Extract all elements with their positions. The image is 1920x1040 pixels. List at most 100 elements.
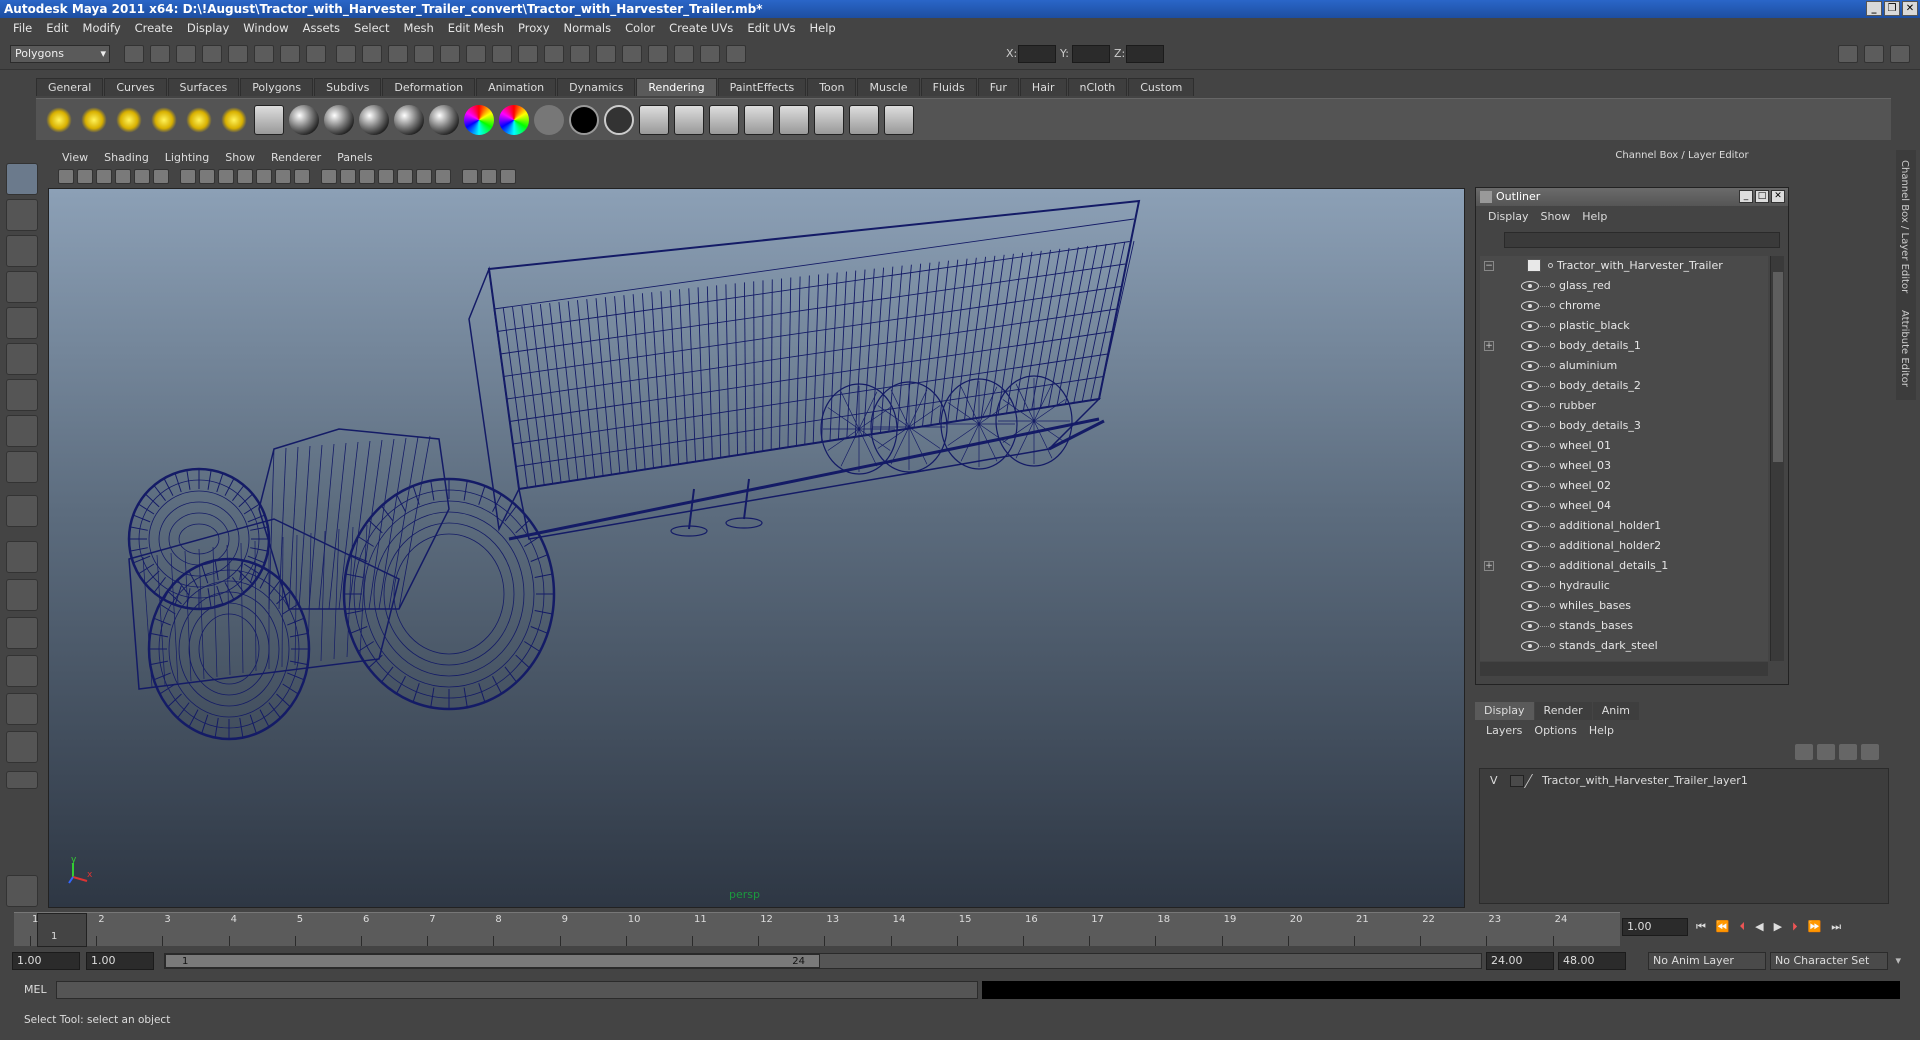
outliner-item[interactable]: rubber [1480, 396, 1768, 416]
anisotropic-sphere-icon[interactable] [429, 104, 459, 135]
output-ops-icon[interactable] [492, 45, 512, 63]
four-view-layout-icon[interactable] [6, 579, 38, 611]
show-hide-mask-icon[interactable] [674, 45, 694, 63]
close-button[interactable]: ✕ [1902, 1, 1918, 16]
menu-modify[interactable]: Modify [76, 21, 128, 35]
select-camera-icon[interactable] [58, 168, 74, 184]
directional-light-icon[interactable] [79, 104, 109, 135]
restore-button[interactable]: ❐ [1884, 1, 1900, 16]
layer-tab-render[interactable]: Render [1534, 702, 1592, 720]
xray-components-icon[interactable] [500, 168, 516, 184]
2d-pan-zoom-icon[interactable] [134, 168, 150, 184]
layer-tab-display[interactable]: Display [1475, 702, 1534, 720]
hotbox-icon[interactable] [6, 875, 38, 907]
outliner-horizontal-scrollbar[interactable] [1480, 662, 1768, 676]
outliner-item[interactable]: body_details_3 [1480, 416, 1768, 436]
snap-grid-icon[interactable] [336, 45, 356, 63]
layer-tab-anim[interactable]: Anim [1592, 702, 1639, 720]
universal-manipulator-icon[interactable] [6, 379, 38, 411]
menu-assets[interactable]: Assets [296, 21, 347, 35]
menu-window[interactable]: Window [236, 21, 295, 35]
surface-sphere-icon[interactable] [534, 104, 564, 135]
move-tool-icon[interactable] [6, 271, 38, 303]
shelf-tab-fluids[interactable]: Fluids [920, 78, 977, 96]
highlight-selection-icon[interactable] [306, 45, 326, 63]
viewport-menu-shading[interactable]: Shading [96, 151, 157, 164]
viewport-menu-show[interactable]: Show [217, 151, 263, 164]
image-plane-icon[interactable] [115, 168, 131, 184]
phong-sphere-icon[interactable] [359, 104, 389, 135]
show-manipulator-icon[interactable] [6, 451, 38, 483]
outliner-item[interactable]: additional_holder1 [1480, 516, 1768, 536]
persp-hypershade-layout-icon[interactable] [6, 693, 38, 725]
viewport-menu-panels[interactable]: Panels [329, 151, 380, 164]
spot-light-icon[interactable] [149, 104, 179, 135]
resolution-gate-icon[interactable] [218, 168, 234, 184]
outliner-scroll-thumb[interactable] [1773, 272, 1783, 462]
outliner-menu-help[interactable]: Help [1576, 210, 1613, 223]
construction-history-icon[interactable] [518, 45, 538, 63]
shelf-tab-animation[interactable]: Animation [476, 78, 557, 96]
grid-icon[interactable] [180, 168, 196, 184]
paint-select-tool-icon[interactable] [6, 235, 38, 267]
range-slider-handle[interactable]: 1 24 [165, 954, 820, 968]
outliner-menu-display[interactable]: Display [1482, 210, 1535, 223]
ramp-sphere-icon[interactable] [464, 104, 494, 135]
outline-sphere-icon[interactable] [604, 104, 634, 135]
outliner-minimize-button[interactable]: _ [1739, 190, 1753, 203]
menu-select[interactable]: Select [347, 21, 396, 35]
create-layer-from-selected-icon[interactable] [1861, 744, 1879, 760]
menu-mesh[interactable]: Mesh [397, 21, 441, 35]
smooth-shade-icon[interactable] [340, 168, 356, 184]
menu-help[interactable]: Help [803, 21, 843, 35]
menu-display[interactable]: Display [180, 21, 236, 35]
persp-graph-hypershade-layout-icon[interactable] [6, 731, 38, 763]
collapse-icon[interactable]: − [1484, 261, 1494, 271]
render-frame-icon[interactable] [544, 45, 564, 63]
tool-settings-toggle-icon[interactable] [1864, 45, 1884, 63]
layer-menu-layers[interactable]: Layers [1480, 724, 1528, 737]
shelf-tab-muscle[interactable]: Muscle [857, 78, 920, 96]
shelf-tab-hair[interactable]: Hair [1019, 78, 1067, 96]
layer-visibility-toggle[interactable]: V [1490, 772, 1498, 790]
outliner-item[interactable]: stands_dark_steel [1480, 636, 1768, 656]
outliner-filter-field[interactable] [1504, 232, 1780, 248]
viewport-menu-view[interactable]: View [54, 151, 96, 164]
time-slider[interactable]: 1 1 2 3 4 5 6 7 8 9 10 11 12 13 14 15 16 17 18 19 20 21 22 23 2… [14, 912, 1620, 947]
attribute-editor-toggle-icon[interactable] [1890, 45, 1910, 63]
select-hierarchy-icon[interactable] [202, 45, 222, 63]
outliner-item[interactable]: + additional_details_1 [1480, 556, 1768, 576]
shelf-tab-toon[interactable]: Toon [807, 78, 857, 96]
snap-curve-icon[interactable] [362, 45, 382, 63]
textured-icon[interactable] [378, 168, 394, 184]
area-light-icon[interactable] [184, 104, 214, 135]
channel-box-side-tab[interactable]: Channel Box / Layer Editor [1899, 160, 1910, 293]
menu-set-dropdown[interactable]: Polygons [10, 45, 110, 63]
menu-proxy[interactable]: Proxy [511, 21, 557, 35]
volume-light-icon[interactable] [219, 104, 249, 135]
command-language-label[interactable]: MEL [24, 983, 47, 996]
shelf-tab-general[interactable]: General [36, 78, 104, 96]
range-slider-track[interactable]: 1 24 [164, 953, 1482, 969]
layered-sphere-icon[interactable] [499, 104, 529, 135]
command-input[interactable] [56, 981, 978, 999]
black-sphere-icon[interactable] [569, 104, 599, 135]
animation-end-field[interactable]: 48.00 [1558, 952, 1626, 970]
shelf-tab-deformation[interactable]: Deformation [382, 78, 476, 96]
menu-create[interactable]: Create [128, 21, 180, 35]
bookmarks-icon[interactable] [96, 168, 112, 184]
ipr-render-icon[interactable] [570, 45, 590, 63]
grease-pencil-icon[interactable] [153, 168, 169, 184]
outliner-root-item[interactable]: − Tractor_with_Harvester_Trailer [1480, 256, 1768, 276]
soft-mod-tool-icon[interactable] [6, 415, 38, 447]
current-frame-field[interactable]: 1.00 [1622, 918, 1688, 936]
film-gate-icon[interactable] [199, 168, 215, 184]
outliner-item[interactable]: wheel_03 [1480, 456, 1768, 476]
menu-file[interactable]: File [6, 21, 39, 35]
shadows-icon[interactable] [416, 168, 432, 184]
channel-box-toggle-icon[interactable] [1838, 45, 1858, 63]
new-scene-icon[interactable] [124, 45, 144, 63]
layer-row[interactable]: V Tractor_with_Harvester_Trailer_layer1 [1480, 772, 1888, 790]
render-settings-icon[interactable] [709, 104, 739, 135]
render-view-icon[interactable] [648, 45, 668, 63]
